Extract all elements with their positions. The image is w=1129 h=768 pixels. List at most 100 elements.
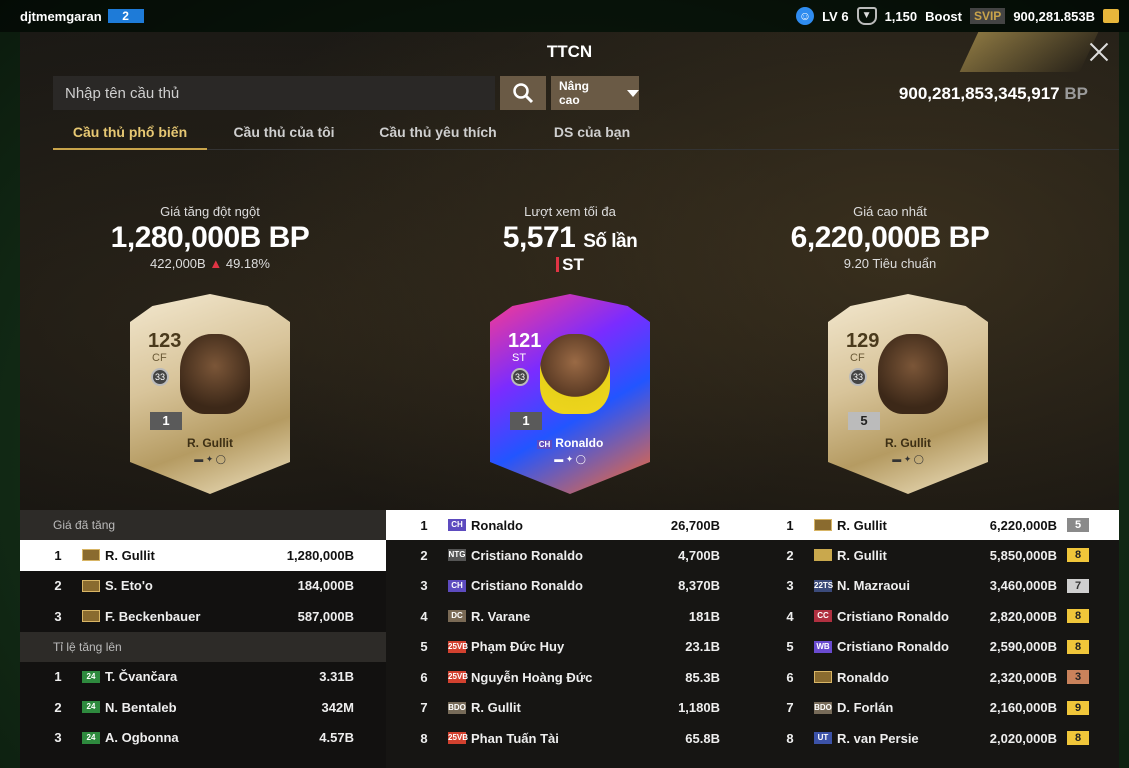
season-icon: 24 (82, 670, 100, 683)
table-row[interactable]: 4 CC Cristiano Ronaldo 2,820,000B 8 (752, 601, 1119, 632)
player-card-surge[interactable]: 123 CF 33 1 R. Gullit ▬ ✦ ◯ (130, 294, 290, 494)
season-icon: 25VB (448, 732, 469, 745)
trophy-icon: ▼ (856, 7, 877, 25)
row-player-name: A. Ogbonna (105, 730, 179, 746)
account-stats: ☺ LV 6 ▼ 1,150 Boost SVIP 900,281.853B (796, 0, 1119, 32)
price-increase-table: Giá đã tăng 1 R. Gullit 1,280,000B 2 S. … (20, 510, 386, 768)
season-icon: BDO (814, 701, 832, 714)
row-value: 8,370B (678, 578, 720, 594)
season-icon: 25VB (448, 671, 469, 684)
table-row[interactable]: 2 24 N. Bentaleb 342M (20, 692, 386, 723)
card-badge: 33 (511, 368, 529, 386)
table-row[interactable]: 1 CH Ronaldo 26,700B (386, 510, 752, 540)
player-card-most-viewed[interactable]: 121 ST 33 1 CH Ronaldo ▬ ✦ ◯ (490, 294, 650, 494)
card-name-text: Ronaldo (555, 436, 604, 450)
advanced-filter-dropdown[interactable]: Nâng cao (551, 76, 639, 110)
table-row[interactable]: 8 25VB Phan Tuấn Tài 65.8B (386, 723, 752, 754)
coin-amount: 900,281.853B (1013, 8, 1095, 24)
row-rank: 8 (420, 730, 428, 746)
view-count: 5,571 (502, 221, 576, 254)
nation-flag-icon: ▬ ✦ ◯ (892, 454, 924, 464)
row-value: 2,160,000B (989, 700, 1057, 716)
table-row[interactable]: 3 22TS N. Mazraoui 3,460,000B 7 (752, 571, 1119, 602)
row-rank: 1 (54, 547, 62, 563)
username: djtmemgaran (20, 8, 102, 24)
row-rank: 2 (420, 547, 428, 563)
player-card-highest[interactable]: 129 CF 33 5 R. Gullit ▬ ✦ ◯ (828, 294, 988, 494)
trophy-count: 1,150 (884, 8, 918, 24)
tab-favorite-players[interactable]: Cầu thủ yêu thích (361, 114, 515, 150)
table-row[interactable]: 7 BDO R. Gullit 1,180B (386, 693, 752, 724)
card-name: R. Gullit (885, 436, 931, 450)
most-viewed-table: 1 CH Ronaldo 26,700B 2 NTG Cristiano Ron… (386, 510, 752, 768)
panel-title: TTCN (546, 42, 593, 61)
table-row[interactable]: 3 CH Cristiano Ronaldo 8,370B (386, 571, 752, 602)
row-player-name: R. Gullit (471, 700, 521, 716)
close-icon[interactable] (1087, 40, 1111, 64)
table-row[interactable]: 8 UT R. van Persie 2,020,000B 8 (752, 723, 1119, 754)
row-value: 2,590,000B (989, 639, 1057, 655)
row-rank: 6 (786, 669, 794, 685)
row-rank: 3 (54, 730, 62, 746)
row-rank: 2 (786, 547, 794, 563)
featured-value: 5,571 Số lần (420, 221, 720, 255)
featured-most-viewed: Lượt xem tối đa 5,571 Số lần ST (420, 204, 720, 275)
row-player-name: Cristiano Ronaldo (471, 547, 583, 563)
table-row[interactable]: 1 R. Gullit 1,280,000B (20, 540, 386, 571)
bp-balance-value: 900,281,853,345,917 (898, 84, 1060, 103)
featured-label: Giá tăng đột ngột (160, 204, 260, 219)
season-icon: NTG (448, 549, 466, 562)
search-button[interactable] (500, 76, 546, 110)
table-row[interactable]: 5 25VB Phạm Đức Huy 23.1B (386, 632, 752, 663)
table-row[interactable]: 2 NTG Cristiano Ronaldo 4,700B (386, 540, 752, 571)
user-level-badge: 2 (107, 9, 144, 23)
view-unit: Số lần (583, 231, 638, 252)
table-row[interactable]: 1 R. Gullit 6,220,000B 5 (752, 510, 1119, 540)
row-player-name: R. Gullit (837, 517, 887, 533)
row-player-name: Cristiano Ronaldo (837, 639, 949, 655)
table-row[interactable]: 2 S. Eto'o 184,000B (20, 571, 386, 602)
table-row[interactable]: 1 24 T. Čvančara 3.31B (20, 662, 386, 693)
table-row[interactable]: 5 WB Cristiano Ronaldo 2,590,000B 8 (752, 632, 1119, 663)
search-input[interactable] (53, 76, 495, 110)
row-value: 6,220,000B (989, 517, 1057, 533)
card-position: ST (512, 352, 527, 364)
row-rank: 7 (420, 700, 428, 716)
row-player-name: Ronaldo (837, 669, 889, 685)
table-row[interactable]: 3 F. Beckenbauer 587,000B (20, 601, 386, 632)
featured-label: Giá cao nhất (853, 204, 927, 219)
table-row[interactable]: 4 DC R. Varane 181B (386, 601, 752, 632)
row-value: 2,320,000B (989, 669, 1057, 685)
featured-sub: 422,000B ▲ 49.18% (60, 256, 360, 271)
player-portrait (540, 334, 610, 414)
up-arrow-icon: ▲ (209, 256, 223, 271)
row-player-name: Ronaldo (471, 517, 523, 533)
upgrade-level-badge: 8 (1067, 731, 1089, 746)
user-info[interactable]: djtmemgaran 2 (20, 9, 144, 24)
boost-label[interactable]: Boost (925, 9, 962, 24)
row-value: 85.3B (685, 669, 720, 685)
row-rank: 1 (420, 517, 428, 533)
transfer-market-panel: TTCN Nâng cao 900,281,853,345,917 BP Cầu… (20, 32, 1119, 768)
tab-your-list[interactable]: DS của bạn (515, 114, 669, 150)
row-player-name: F. Beckenbauer (105, 608, 201, 624)
table-row[interactable]: 6 Ronaldo 2,320,000B 3 (752, 662, 1119, 693)
search-icon (513, 83, 534, 104)
table-row[interactable]: 6 25VB Nguyễn Hoàng Đức 85.3B (386, 662, 752, 693)
row-rank: 3 (786, 578, 794, 594)
row-player-name: N. Bentaleb (105, 699, 177, 715)
bp-balance-unit: BP (1064, 84, 1088, 103)
row-rank: 2 (54, 578, 62, 594)
table-row[interactable]: 2 R. Gullit 5,850,000B 8 (752, 540, 1119, 571)
row-value: 23.1B (685, 639, 720, 655)
row-value: 342M (321, 699, 354, 715)
table-row[interactable]: 3 24 A. Ogbonna 4.57B (20, 723, 386, 754)
card-position: CF (850, 352, 865, 364)
tab-my-players[interactable]: Cầu thủ của tôi (207, 114, 361, 150)
row-value: 587,000B (297, 608, 354, 624)
card-position: CF (152, 352, 167, 364)
table-row[interactable]: 7 BDO D. Forlán 2,160,000B 9 (752, 693, 1119, 724)
row-player-name: Phan Tuấn Tài (471, 730, 559, 746)
tab-popular-players[interactable]: Cầu thủ phổ biến (53, 114, 207, 150)
row-rank: 8 (786, 730, 794, 746)
